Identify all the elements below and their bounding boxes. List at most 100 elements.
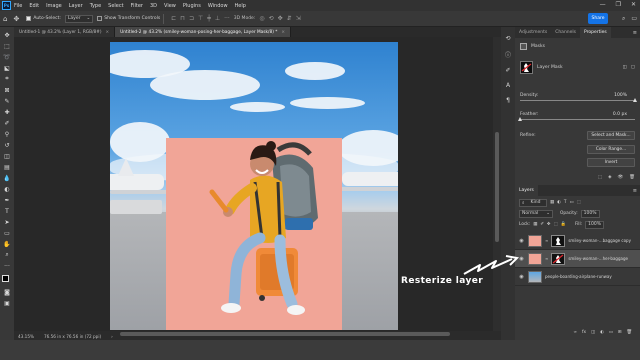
close-icon[interactable]: × (106, 30, 110, 35)
close-icon[interactable]: ✕ (631, 1, 636, 8)
panel-menu-icon[interactable]: ≡ (633, 30, 637, 36)
layer-name[interactable]: smiley-woman-...her-baggage (568, 256, 628, 261)
character-icon[interactable]: A (506, 82, 510, 89)
auto-select-dropdown[interactable]: Layer ⌄ (64, 14, 94, 23)
delete-icon[interactable]: 🗑 (629, 175, 635, 180)
filter-pixel-icon[interactable]: ▦ (550, 200, 554, 205)
rectangle-tool-icon[interactable]: ▭ (2, 229, 12, 237)
slider-knob[interactable] (518, 117, 522, 121)
chevron-right-icon[interactable]: › (111, 334, 113, 339)
history-icon[interactable]: ⟲ (505, 35, 510, 42)
fx-icon[interactable]: fx (582, 330, 586, 335)
paragraph-icon[interactable]: ¶ (506, 97, 510, 104)
apply-mask-icon[interactable]: ◈ (608, 175, 611, 180)
object-select-tool-icon[interactable]: ⬕ (2, 64, 12, 72)
add-pixel-mask-icon[interactable]: ◫ (622, 65, 626, 70)
panel-menu-icon[interactable]: ≡ (633, 188, 637, 194)
align-center-icon[interactable]: ⊓ (180, 15, 185, 22)
marquee-tool-icon[interactable]: ⬚ (2, 42, 12, 50)
document-canvas[interactable] (110, 42, 398, 330)
info-icon[interactable]: ⓘ (505, 50, 511, 59)
invert-button[interactable]: Invert (587, 157, 635, 167)
tab-properties[interactable]: Properties (580, 27, 611, 38)
tab-adjustments[interactable]: Adjustments (515, 27, 551, 38)
slide-3d-icon[interactable]: ⇵ (287, 15, 292, 22)
visibility-icon[interactable]: ◉ (518, 238, 525, 244)
layer-mask-thumbnail[interactable] (551, 252, 566, 265)
type-tool-icon[interactable]: T (2, 207, 12, 215)
filter-type-icon[interactable]: T (564, 200, 567, 205)
lock-all-icon[interactable]: 🔒 (561, 222, 566, 227)
layer-mask-thumbnail[interactable] (551, 234, 566, 247)
eyedropper-tool-icon[interactable]: ✎ (2, 97, 12, 105)
pen-tool-icon[interactable]: ✒ (2, 196, 12, 204)
minimize-icon[interactable]: — (600, 1, 606, 8)
close-icon[interactable]: × (281, 30, 285, 35)
more-options-icon[interactable]: ··· (224, 15, 230, 22)
roll-3d-icon[interactable]: ⟲ (269, 15, 274, 22)
zoom-tool-icon[interactable]: ⌕ (2, 251, 12, 259)
feather-value[interactable]: 0.0 px (613, 112, 627, 117)
align-top-icon[interactable]: ⊤ (198, 15, 203, 22)
menu-type[interactable]: Type (90, 3, 101, 9)
mask-thumbnail[interactable] (520, 60, 533, 74)
visibility-icon[interactable]: 👁 (618, 175, 624, 180)
scale-3d-icon[interactable]: ⇲ (296, 15, 301, 22)
new-layer-icon[interactable]: ⊞ (618, 330, 622, 335)
eraser-tool-icon[interactable]: ◫ (2, 152, 12, 160)
blend-mode-dropdown[interactable]: Normal ⌄ (519, 209, 553, 218)
menu-file[interactable]: File (14, 3, 22, 9)
dodge-tool-icon[interactable]: ◐ (2, 185, 12, 193)
tab-layers[interactable]: Layers (515, 185, 538, 196)
menu-help[interactable]: Help (235, 3, 246, 9)
lock-position-icon[interactable]: ✥ (547, 222, 551, 227)
home-icon[interactable]: ⌂ (3, 15, 7, 23)
more-tools-icon[interactable]: ··· (2, 262, 12, 270)
menu-edit[interactable]: Edit (29, 3, 39, 9)
vertical-scrollbar[interactable] (493, 37, 501, 331)
menu-3d[interactable]: 3D (150, 3, 157, 9)
crop-tool-icon[interactable]: ⌗ (2, 75, 12, 83)
healing-brush-icon[interactable]: ✚ (2, 108, 12, 116)
gradient-tool-icon[interactable]: ▤ (2, 163, 12, 171)
add-vector-mask-icon[interactable]: ▢ (631, 65, 635, 70)
link-icon[interactable]: ∞ (545, 256, 548, 261)
lasso-tool-icon[interactable]: ➰ (2, 53, 12, 61)
history-brush-icon[interactable]: ↺ (2, 141, 12, 149)
density-value[interactable]: 100% (614, 93, 627, 98)
feather-slider[interactable] (518, 117, 635, 121)
fill-field[interactable]: 100% (585, 220, 605, 229)
layer-filter-dropdown[interactable]: ⌕ Kind (519, 198, 547, 207)
layer-name[interactable]: people-boarding-airplane-runway (545, 274, 612, 279)
frame-tool-icon[interactable]: ⊠ (2, 86, 12, 94)
color-swatches[interactable] (2, 275, 12, 285)
menu-select[interactable]: Select (108, 3, 123, 9)
layer-row[interactable]: ◉ people-boarding-airplane-runway (515, 268, 640, 286)
align-middle-icon[interactable]: ╪ (207, 15, 211, 22)
tab-untitled-1[interactable]: Untitled-1 @ 43.2% (Layer 1, RGB/8#) × (14, 27, 116, 37)
auto-select-checkbox[interactable] (26, 16, 32, 21)
color-range-button[interactable]: Color Range... (587, 144, 635, 154)
hand-tool-icon[interactable]: ✋ (2, 240, 12, 248)
share-button[interactable]: Share (588, 13, 608, 24)
menu-window[interactable]: Window (208, 3, 228, 9)
brush-settings-icon[interactable]: ✐ (505, 67, 510, 74)
menu-layer[interactable]: Layer (69, 3, 83, 9)
brush-tool-icon[interactable]: ✐ (2, 119, 12, 127)
tab-channels[interactable]: Channels (551, 27, 580, 38)
orbit-3d-icon[interactable]: ◎ (259, 15, 264, 22)
select-and-mask-button[interactable]: Select and Mask... (587, 130, 635, 140)
align-bottom-icon[interactable]: ⊥ (215, 15, 220, 22)
blur-tool-icon[interactable]: 💧 (2, 174, 12, 182)
link-layers-icon[interactable]: ∞ (573, 330, 577, 335)
move-tool-icon[interactable]: ✥ (13, 15, 19, 23)
lock-paint-icon[interactable]: ✐ (540, 222, 544, 227)
tab-untitled-2[interactable]: Untitled-2 @ 43.2% (smiley-woman-posing-… (115, 27, 292, 37)
path-select-icon[interactable]: ➤ (2, 218, 12, 226)
align-right-icon[interactable]: ⊐ (189, 15, 194, 22)
menu-filter[interactable]: Filter (131, 3, 143, 9)
opacity-field[interactable]: 100% (580, 209, 600, 218)
scrollbar-thumb[interactable] (495, 132, 499, 242)
delete-icon[interactable]: 🗑 (627, 330, 632, 335)
zoom-level[interactable]: 43.15% (18, 334, 34, 339)
